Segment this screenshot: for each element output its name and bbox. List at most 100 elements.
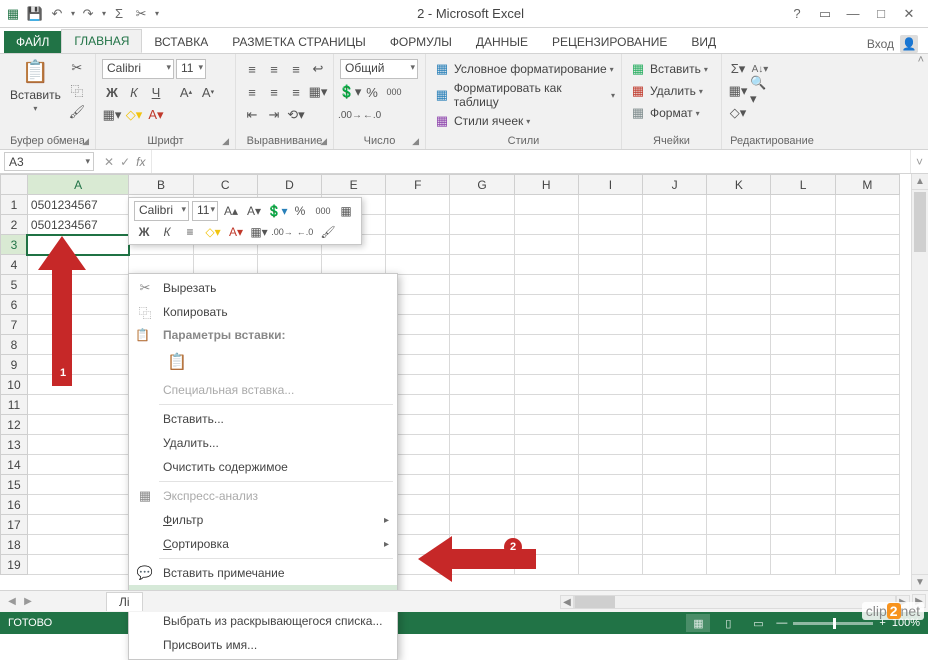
cell-A4[interactable] <box>27 255 129 275</box>
row-head-18[interactable]: 18 <box>1 535 28 555</box>
col-head-c[interactable]: C <box>193 175 257 195</box>
paste-option-icon[interactable]: 📋 <box>163 350 191 374</box>
cell-M5[interactable] <box>835 275 899 295</box>
cell-A2[interactable]: 0501234567 <box>27 215 129 235</box>
cell-J6[interactable] <box>643 295 707 315</box>
cell-L3[interactable] <box>771 235 835 255</box>
cut-icon-ribbon[interactable]: ✂ <box>67 58 87 78</box>
grow-font-icon[interactable]: A▴ <box>176 82 196 102</box>
cell-C4[interactable] <box>193 255 257 275</box>
cell-J18[interactable] <box>643 535 707 555</box>
row-head-10[interactable]: 10 <box>1 375 28 395</box>
cell-H3[interactable] <box>514 235 578 255</box>
cell-M1[interactable] <box>835 195 899 215</box>
align-bottom-icon[interactable]: ≡ <box>286 59 306 79</box>
cell-A8[interactable] <box>27 335 129 355</box>
cell-H7[interactable] <box>514 315 578 335</box>
cell-J14[interactable] <box>643 455 707 475</box>
cell-H11[interactable] <box>514 395 578 415</box>
cell-H14[interactable] <box>514 455 578 475</box>
close-button[interactable]: ✕ <box>898 4 920 24</box>
cell-I11[interactable] <box>578 395 642 415</box>
insert-cells-button[interactable]: ▦Вставить▾ <box>628 59 708 79</box>
mini-merge-icon[interactable]: ▦ <box>336 202 356 220</box>
enter-formula-icon[interactable]: ✓ <box>120 155 130 169</box>
percent-format-icon[interactable]: % <box>362 82 382 102</box>
tab-home[interactable]: ГЛАВНАЯ <box>61 29 142 53</box>
cell-F3[interactable] <box>386 235 450 255</box>
cell-K14[interactable] <box>707 455 771 475</box>
mini-font-color-icon[interactable]: A▾ <box>226 223 246 241</box>
font-dialog-launcher[interactable]: ◢ <box>222 136 229 147</box>
ctx-delete[interactable]: Удалить... <box>129 431 397 455</box>
row-head-15[interactable]: 15 <box>1 475 28 495</box>
cell-K4[interactable] <box>707 255 771 275</box>
cell-M6[interactable] <box>835 295 899 315</box>
cell-I9[interactable] <box>578 355 642 375</box>
cell-H4[interactable] <box>514 255 578 275</box>
cell-L17[interactable] <box>771 515 835 535</box>
insert-function-icon[interactable]: fx <box>136 155 145 169</box>
cell-A1[interactable]: 0501234567 <box>27 195 129 215</box>
cell-G16[interactable] <box>450 495 514 515</box>
cell-I2[interactable] <box>578 215 642 235</box>
ctx-define-name[interactable]: Присвоить имя... <box>129 633 397 657</box>
cell-I8[interactable] <box>578 335 642 355</box>
cell-G12[interactable] <box>450 415 514 435</box>
cell-M15[interactable] <box>835 475 899 495</box>
cut-icon[interactable]: ✂ <box>132 5 150 23</box>
col-head-e[interactable]: E <box>322 175 386 195</box>
row-head-3[interactable]: 3 <box>1 235 28 255</box>
cell-A9[interactable] <box>27 355 129 375</box>
undo-dropdown[interactable]: ▾ <box>71 9 75 18</box>
row-head-17[interactable]: 17 <box>1 515 28 535</box>
cell-M8[interactable] <box>835 335 899 355</box>
cell-I4[interactable] <box>578 255 642 275</box>
accounting-format-icon[interactable]: 💲▾ <box>340 82 360 102</box>
mini-fill-color-icon[interactable]: ◇▾ <box>203 223 223 241</box>
autosum-ribbon-icon[interactable]: Σ▾ <box>728 59 748 79</box>
cell-A10[interactable] <box>27 375 129 395</box>
cell-F4[interactable] <box>386 255 450 275</box>
alignment-dialog-launcher[interactable]: ◢ <box>320 136 327 147</box>
cell-I18[interactable] <box>578 535 642 555</box>
undo-icon[interactable]: ↶ <box>48 5 66 23</box>
find-select-icon[interactable]: 🔍▾ <box>750 81 770 101</box>
fill-color-button[interactable]: ◇▾ <box>124 105 144 125</box>
cell-H17[interactable] <box>514 515 578 535</box>
cell-L6[interactable] <box>771 295 835 315</box>
select-all-corner[interactable] <box>1 175 28 195</box>
align-top-icon[interactable]: ≡ <box>242 59 262 79</box>
ctx-clear[interactable]: Очистить содержимое <box>129 455 397 479</box>
cell-L4[interactable] <box>771 255 835 275</box>
tab-layout[interactable]: РАЗМЕТКА СТРАНИЦЫ <box>220 31 378 53</box>
ribbon-collapse-icon[interactable]: ˄ <box>918 54 924 66</box>
row-head-14[interactable]: 14 <box>1 455 28 475</box>
cell-I19[interactable] <box>578 555 642 575</box>
row-head-16[interactable]: 16 <box>1 495 28 515</box>
cell-H18[interactable] <box>514 535 578 555</box>
format-cells-button[interactable]: ▦Формат▾ <box>628 103 700 123</box>
view-normal-icon[interactable]: ▦ <box>686 614 710 632</box>
mini-bold-button[interactable]: Ж <box>134 223 154 241</box>
cell-A17[interactable] <box>27 515 129 535</box>
copy-icon[interactable]: ⿻ <box>67 80 87 100</box>
orientation-icon[interactable]: ⟲▾ <box>286 105 306 125</box>
redo-dropdown[interactable]: ▾ <box>102 9 106 18</box>
login-area[interactable]: Вход 👤 <box>867 35 924 53</box>
number-dialog-launcher[interactable]: ◢ <box>412 136 419 147</box>
italic-button[interactable]: К <box>124 82 144 102</box>
row-head-9[interactable]: 9 <box>1 355 28 375</box>
row-head-19[interactable]: 19 <box>1 555 28 575</box>
font-name-select[interactable]: Calibri <box>102 59 174 79</box>
cell-G1[interactable] <box>450 195 514 215</box>
mini-shrink-font-icon[interactable]: A▾ <box>244 202 264 220</box>
cell-J13[interactable] <box>643 435 707 455</box>
tab-formulas[interactable]: ФОРМУЛЫ <box>378 31 464 53</box>
row-head-8[interactable]: 8 <box>1 335 28 355</box>
row-head-11[interactable]: 11 <box>1 395 28 415</box>
cell-K11[interactable] <box>707 395 771 415</box>
name-box[interactable]: A3 <box>4 152 94 171</box>
cell-K15[interactable] <box>707 475 771 495</box>
cell-G7[interactable] <box>450 315 514 335</box>
